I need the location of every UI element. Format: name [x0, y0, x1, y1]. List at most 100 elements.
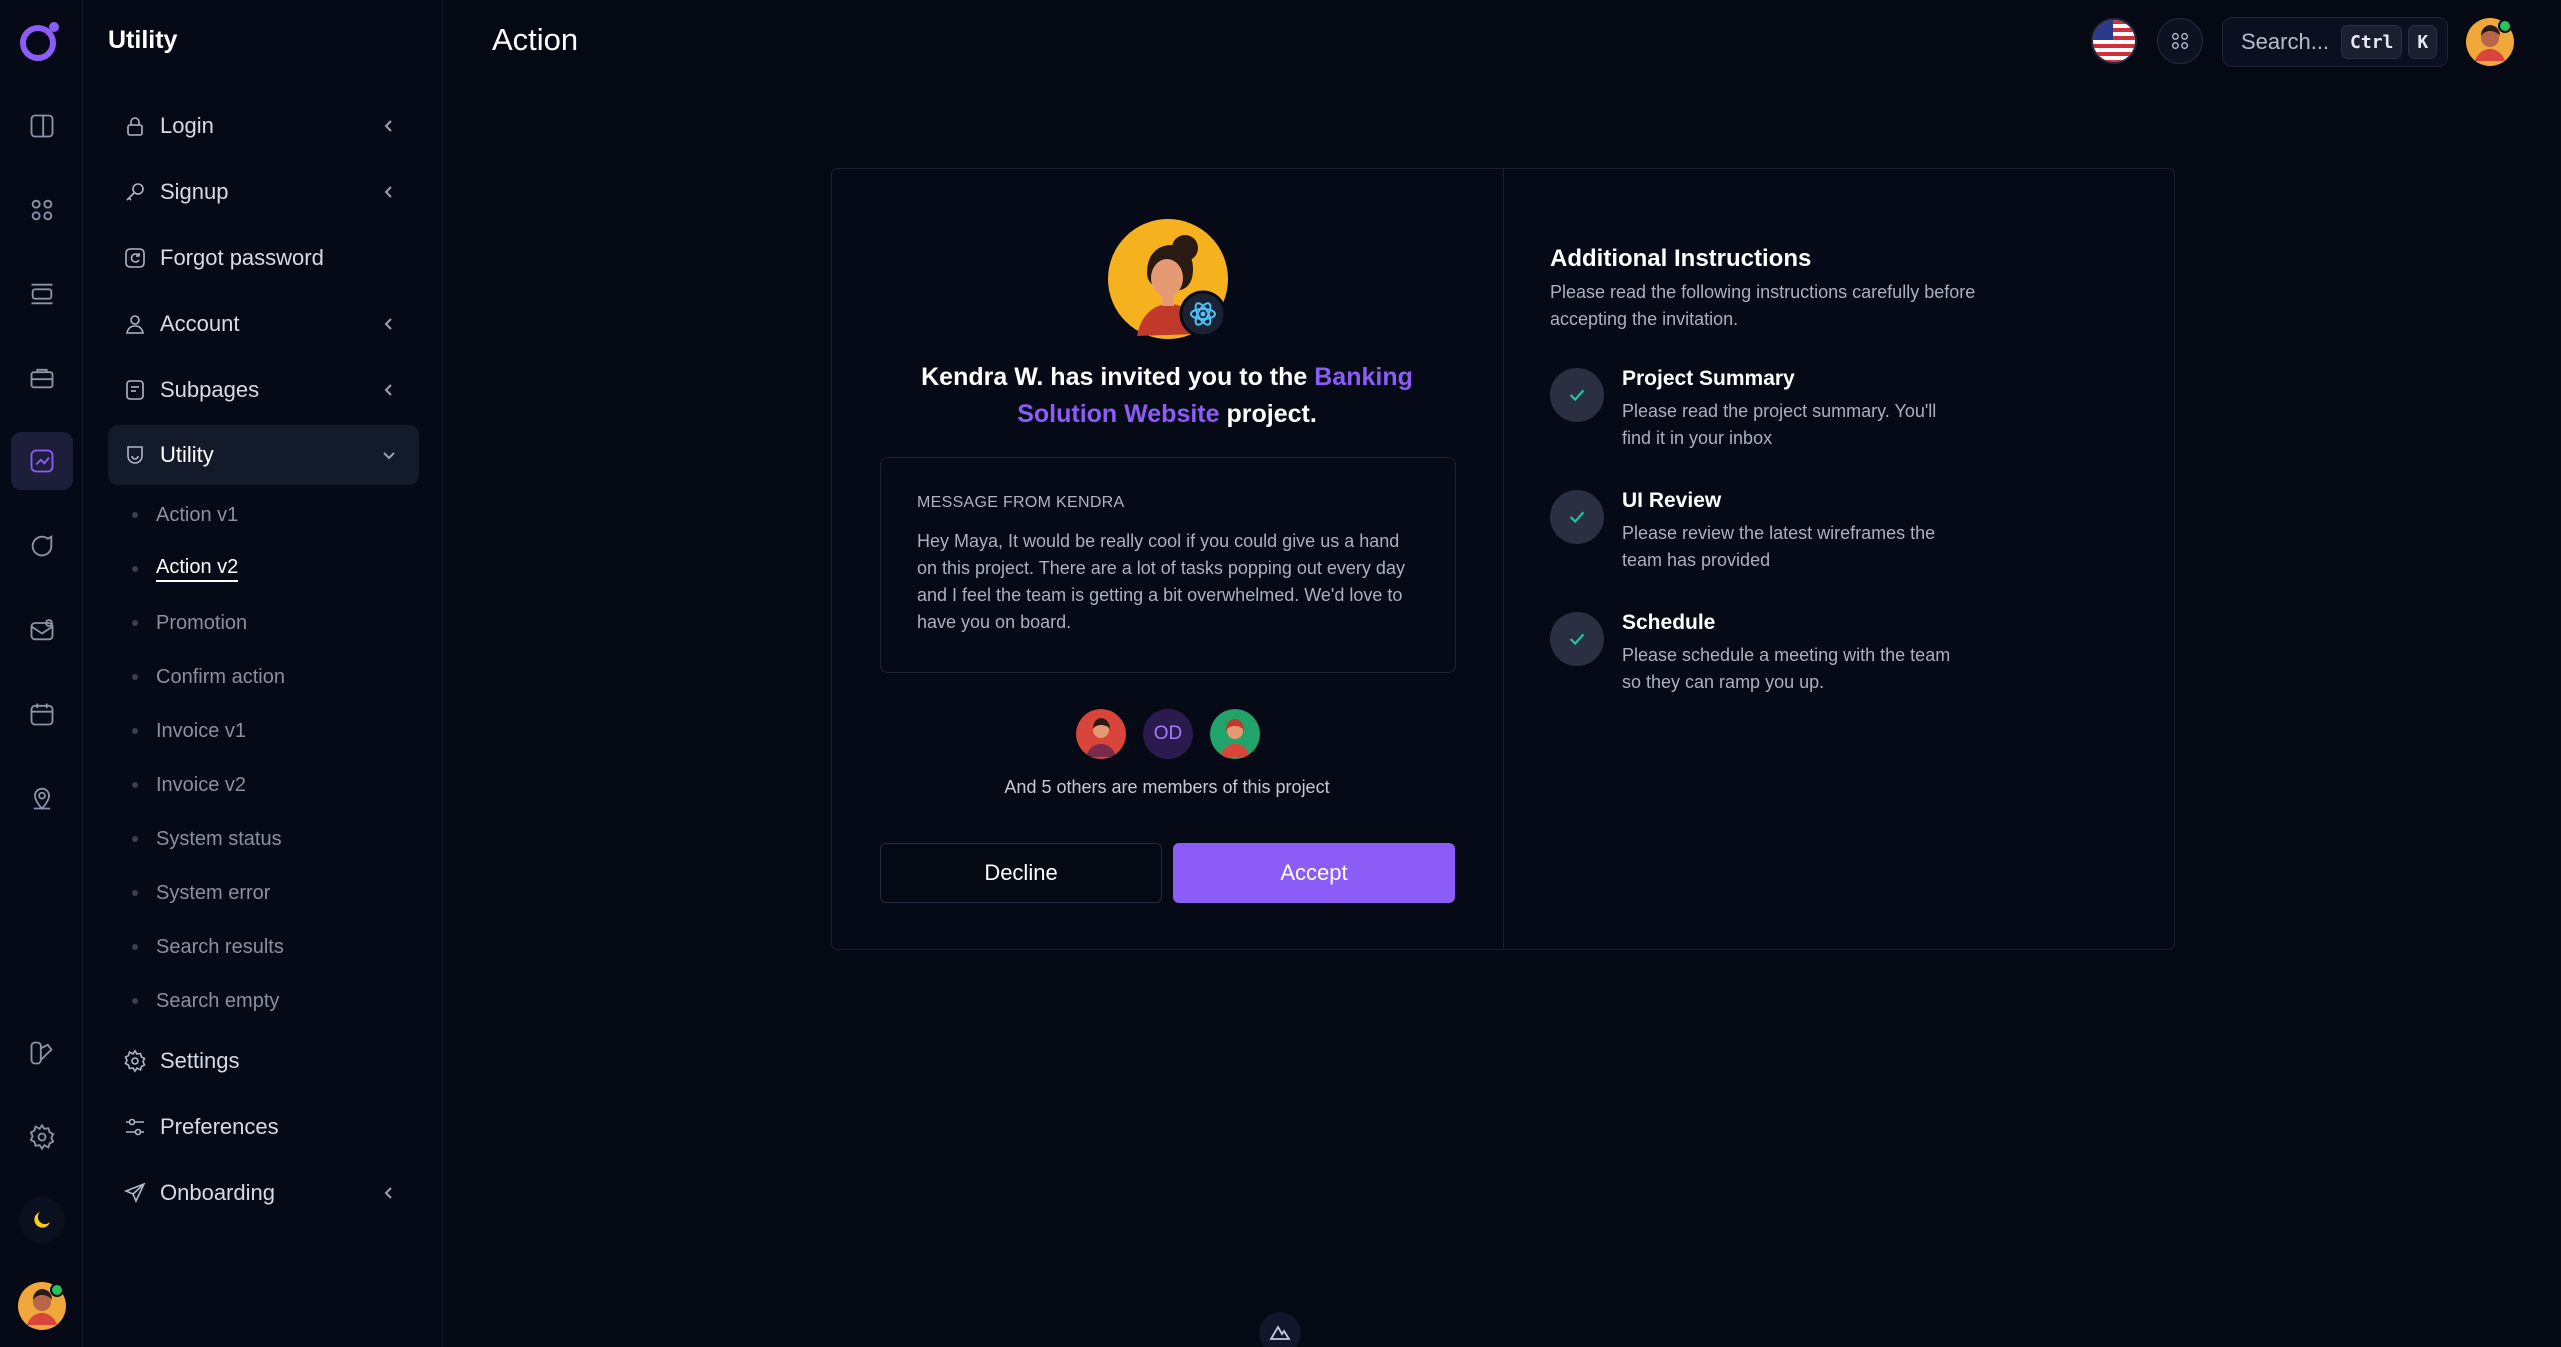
language-us-flag-icon[interactable] [2091, 18, 2137, 64]
bullet-dot [132, 998, 138, 1004]
submenu-item-action-v2[interactable]: Action v2 [132, 554, 239, 584]
sidebar-item-signup[interactable]: Signup [108, 162, 419, 222]
analytics-icon[interactable] [11, 432, 73, 490]
bullet-dot [132, 512, 138, 518]
sidebar-item-label: Signup [160, 179, 229, 204]
sidebar-item-onboarding[interactable]: Onboarding [108, 1163, 419, 1223]
card-divider [1503, 169, 1504, 949]
submenu-label: Promotion [156, 611, 248, 634]
submenu-item-confirm-action[interactable]: Confirm action [132, 662, 285, 692]
lock-icon [122, 113, 148, 139]
submenu-label: Action v2 [156, 556, 239, 582]
bullet-dot [132, 620, 138, 626]
member-avatar-initials[interactable]: OD [1143, 709, 1193, 759]
page-title: Action [492, 22, 579, 57]
bullet-dot [132, 782, 138, 788]
sidebar-item-label: Preferences [160, 1114, 279, 1139]
step-title: Project Summary [1622, 367, 1795, 390]
sidebar-item-subpages[interactable]: Subpages [108, 360, 419, 420]
step-description: Please schedule a meeting with the team … [1622, 645, 1951, 692]
instructions-subtitle: Please read the following instructions c… [1550, 282, 1976, 329]
submenu-item-invoice-v1[interactable]: Invoice v1 [132, 716, 246, 746]
user-avatar[interactable] [17, 1281, 67, 1331]
apps-grid-icon[interactable] [2157, 18, 2203, 64]
invitation-text: Kendra W. has invited you to the Banking… [892, 359, 1442, 433]
sidebar-item-login[interactable]: Login [108, 96, 419, 156]
submenu-item-search-results[interactable]: Search results [132, 932, 284, 962]
dashboard-grid-icon[interactable] [21, 189, 63, 231]
accept-button[interactable]: Accept [1173, 843, 1455, 903]
instructions-title: Additional Instructions [1550, 245, 1812, 272]
layout-icon[interactable] [21, 273, 63, 315]
submenu-item-action-v1[interactable]: Action v1 [132, 500, 238, 530]
sidebar-item-settings[interactable]: Settings [108, 1031, 419, 1091]
search-placeholder: Search... [2241, 29, 2330, 54]
send-icon [122, 1180, 148, 1206]
sidebar-item-preferences[interactable]: Preferences [108, 1097, 419, 1157]
message-kicker: Message from Kendra [917, 494, 1125, 511]
map-pin-icon[interactable] [21, 777, 63, 819]
member-avatar[interactable] [1076, 709, 1126, 759]
chevron-left-icon [379, 314, 399, 334]
mail-icon[interactable] [21, 609, 63, 651]
decline-button[interactable]: Decline [880, 843, 1162, 903]
refresh-icon [122, 245, 148, 271]
submenu-item-invoice-v2[interactable]: Invoice v2 [132, 770, 246, 800]
brush-icon[interactable] [21, 1032, 63, 1074]
nuxt-devtools-icon[interactable] [1259, 1312, 1301, 1347]
submenu-label: System error [156, 881, 271, 904]
sidebar-item-label: Settings [160, 1048, 240, 1073]
submenu-label: Invoice v1 [156, 719, 247, 742]
check-icon [1550, 490, 1604, 544]
gear-icon [122, 1048, 148, 1074]
chat-icon[interactable] [21, 525, 63, 567]
sidebar-toggle-icon[interactable] [21, 105, 63, 147]
k-key-hint: K [2408, 25, 2438, 59]
settings-gear-icon[interactable] [21, 1116, 63, 1158]
theme-toggle-moon-icon[interactable] [19, 1197, 65, 1243]
app-logo-icon[interactable] [18, 18, 64, 64]
submenu-item-system-status[interactable]: System status [132, 824, 282, 854]
key-icon [122, 179, 148, 205]
bullet-dot [132, 944, 138, 950]
submenu-item-search-empty[interactable]: Search empty [132, 986, 279, 1016]
invitation-text-post: project. [1226, 400, 1317, 428]
user-icon [122, 311, 148, 337]
submenu-label: Action v1 [156, 503, 239, 526]
calendar-icon[interactable] [21, 693, 63, 735]
bullet-dot [132, 836, 138, 842]
sidebar-item-account[interactable]: Account [108, 294, 419, 354]
ctrl-key-hint: Ctrl [2341, 25, 2403, 59]
members-note: And 5 others are members of this project [1004, 777, 1330, 797]
icon-rail [0, 0, 83, 1347]
briefcase-icon[interactable] [21, 357, 63, 399]
message-body: Hey Maya, It would be really cool if you… [917, 531, 1405, 632]
submenu-label: Search results [156, 935, 284, 958]
member-avatars: OD [1076, 709, 1260, 759]
bullet-dot [132, 728, 138, 734]
submenu-label: Invoice v2 [156, 773, 247, 796]
check-icon [1550, 612, 1604, 666]
step-title: UI Review [1622, 489, 1722, 512]
document-icon [122, 377, 148, 403]
inviter-avatar [1108, 219, 1228, 339]
message-box: Message from Kendra Hey Maya, It would b… [880, 457, 1456, 673]
sidebar-item-forgot-password[interactable]: Forgot password [108, 228, 419, 288]
header-user-avatar[interactable] [2465, 17, 2515, 67]
sidebar-item-utility[interactable]: Utility [108, 425, 419, 485]
check-icon [1550, 368, 1604, 422]
sidebar-item-label: Login [160, 113, 214, 138]
chevron-left-icon [379, 182, 399, 202]
sidebar-item-label: Onboarding [160, 1180, 275, 1205]
member-avatar[interactable] [1210, 709, 1260, 759]
submenu-label: System status [156, 827, 282, 850]
sidebar-item-label: Utility [160, 442, 214, 467]
chevron-left-icon [379, 116, 399, 136]
sidebar-item-label: Account [160, 311, 240, 336]
chevron-left-icon [379, 1183, 399, 1203]
search-input[interactable]: Search... Ctrl K [2222, 17, 2448, 67]
sidebar-item-label: Subpages [160, 377, 260, 402]
submenu-item-promotion[interactable]: Promotion [132, 608, 247, 638]
invitation-card: Kendra W. has invited you to the Banking… [831, 168, 2175, 950]
submenu-item-system-error[interactable]: System error [132, 878, 270, 908]
